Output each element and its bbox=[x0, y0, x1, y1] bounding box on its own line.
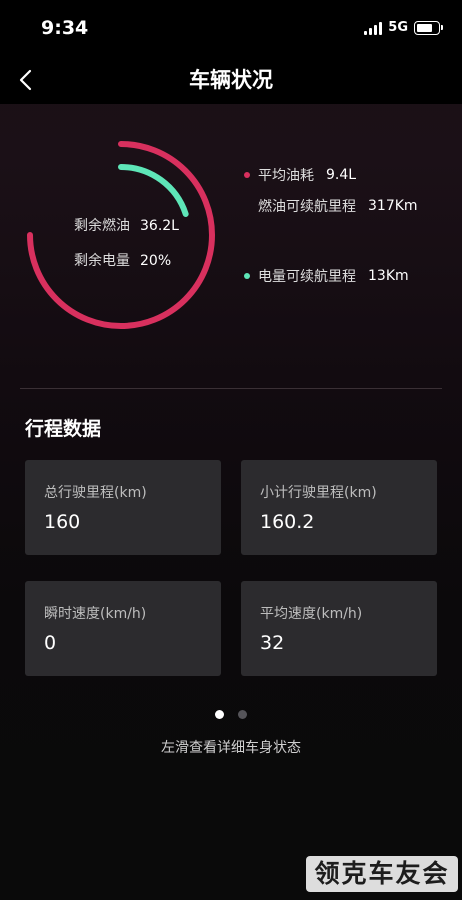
avg-fuel-value: 9.4L bbox=[326, 167, 357, 183]
card-label: 小计行驶里程(km) bbox=[260, 485, 377, 501]
card-label: 瞬时速度(km/h) bbox=[44, 606, 147, 622]
network-type: 5G bbox=[388, 20, 408, 35]
instant-speed-card: 瞬时速度(km/h) 0 bbox=[25, 581, 221, 676]
fuel-range-label: 燃油可续航里程 bbox=[258, 199, 356, 215]
elec-range-row: 电量可续航里程 13Km bbox=[244, 266, 409, 286]
green-dot-icon bbox=[244, 273, 250, 279]
card-value: 160.2 bbox=[260, 511, 315, 533]
trip-mileage-card: 小计行驶里程(km) 160.2 bbox=[241, 460, 437, 555]
page-dot-active[interactable] bbox=[215, 710, 224, 719]
fuel-remaining-value: 36.2L bbox=[140, 218, 179, 234]
elec-range-label: 电量可续航里程 bbox=[258, 269, 356, 285]
trip-section-title: 行程数据 bbox=[25, 418, 102, 440]
vehicle-status-screen: 9:34 5G 车辆状况 剩余燃油 36.2L 剩余电量 20% 平均油耗 9.… bbox=[0, 0, 462, 900]
fuel-range-row: 燃油可续航里程 317Km bbox=[258, 196, 418, 216]
page-title: 车辆状况 bbox=[189, 68, 273, 92]
card-value: 0 bbox=[44, 632, 57, 654]
page-dot-inactive[interactable] bbox=[238, 710, 247, 719]
status-bar: 9:34 5G bbox=[0, 0, 462, 58]
battery-remaining-label: 剩余电量 bbox=[74, 253, 130, 269]
status-icons: 5G bbox=[364, 20, 443, 35]
elec-range-value: 13Km bbox=[368, 268, 409, 284]
card-value: 160 bbox=[44, 511, 81, 533]
fuel-remaining: 剩余燃油 36.2L bbox=[74, 215, 179, 235]
total-mileage-card: 总行驶里程(km) 160 bbox=[25, 460, 221, 555]
card-value: 32 bbox=[260, 632, 285, 654]
avg-speed-card: 平均速度(km/h) 32 bbox=[241, 581, 437, 676]
card-label: 平均速度(km/h) bbox=[260, 606, 363, 622]
card-label: 总行驶里程(km) bbox=[44, 485, 147, 501]
battery-arc bbox=[118, 164, 189, 217]
signal-icon bbox=[364, 21, 383, 35]
swipe-hint: 左滑查看详细车身状态 bbox=[161, 740, 301, 756]
fuel-battery-gauge bbox=[27, 141, 215, 329]
battery-remaining: 剩余电量 20% bbox=[74, 250, 171, 270]
status-time: 9:34 bbox=[41, 17, 89, 39]
watermark-logo: 领克车友会 bbox=[306, 856, 458, 892]
fuel-range-value: 317Km bbox=[368, 198, 418, 214]
battery-icon bbox=[414, 20, 443, 35]
clipped-update-text bbox=[18, 100, 158, 106]
fuel-arc bbox=[27, 141, 215, 329]
avg-fuel-label: 平均油耗 bbox=[258, 168, 314, 184]
navigation-bar: 车辆状况 bbox=[0, 58, 462, 104]
page-indicator bbox=[0, 710, 462, 719]
fuel-remaining-label: 剩余燃油 bbox=[74, 218, 130, 234]
battery-remaining-value: 20% bbox=[140, 253, 172, 269]
section-divider bbox=[20, 388, 442, 389]
red-dot-icon bbox=[244, 172, 250, 178]
avg-fuel-row: 平均油耗 9.4L bbox=[244, 165, 356, 185]
